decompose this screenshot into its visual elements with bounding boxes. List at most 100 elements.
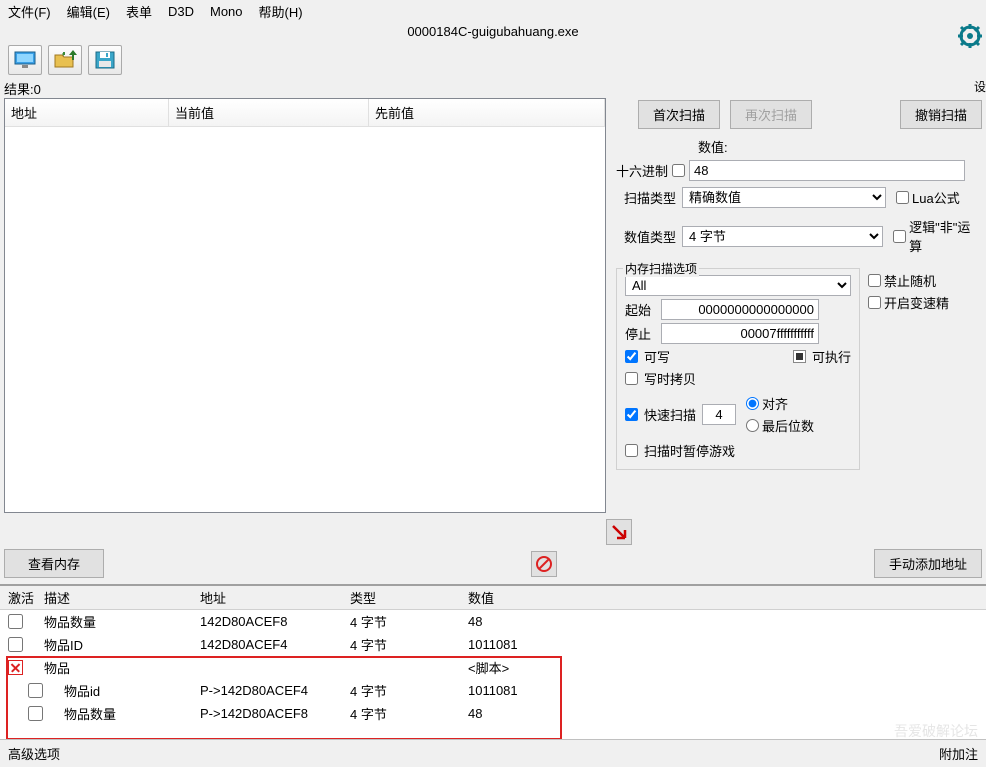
table-row[interactable]: 物品idP->142D80ACEF44 字节1011081 bbox=[0, 679, 986, 702]
cell-value: <脚本> bbox=[468, 658, 588, 677]
menu-file[interactable]: 文件(F) bbox=[8, 2, 51, 21]
last-digits-label: 最后位数 bbox=[762, 416, 814, 435]
add-to-list-button[interactable] bbox=[606, 519, 632, 545]
pause-checkbox[interactable] bbox=[625, 444, 638, 457]
mem-options-legend: 内存扫描选项 bbox=[623, 260, 699, 277]
monitor-icon bbox=[14, 51, 36, 69]
pause-label: 扫描时暂停游戏 bbox=[644, 441, 735, 460]
save-button[interactable] bbox=[88, 45, 122, 75]
memory-scan-options-group: 内存扫描选项 All 起始 停止 可写 可执行 写时拷贝 快速扫描 对齐 最后位… bbox=[616, 268, 860, 470]
menu-mono[interactable]: Mono bbox=[210, 4, 243, 19]
first-scan-button[interactable]: 首次扫描 bbox=[638, 100, 720, 129]
open-button[interactable] bbox=[48, 45, 82, 75]
no-entry-icon bbox=[535, 555, 553, 573]
scan-results-header: 地址 当前值 先前值 bbox=[5, 99, 605, 127]
scan-type-label: 扫描类型 bbox=[616, 188, 676, 207]
cell-addr: 142D80ACEF8 bbox=[200, 614, 350, 629]
col-desc[interactable]: 描述 bbox=[44, 588, 200, 607]
value-label: 数值: bbox=[698, 137, 728, 156]
writable-checkbox[interactable] bbox=[625, 350, 638, 363]
last-digits-radio[interactable] bbox=[746, 419, 759, 432]
cell-addr: 142D80ACEF4 bbox=[200, 637, 350, 652]
value-type-label: 数值类型 bbox=[616, 227, 676, 246]
process-title-text: 0000184C-guigubahuang.exe bbox=[407, 24, 578, 39]
cell-desc: 物品ID bbox=[44, 635, 200, 654]
col-current-value[interactable]: 当前值 bbox=[169, 99, 369, 126]
fast-scan-checkbox[interactable] bbox=[625, 408, 638, 421]
cell-desc: 物品 bbox=[44, 658, 200, 677]
settings-label: 设 bbox=[974, 78, 986, 95]
active-checkbox[interactable] bbox=[8, 614, 23, 629]
active-checkbox[interactable] bbox=[28, 706, 43, 721]
cell-type: 4 字节 bbox=[350, 704, 468, 723]
fast-scan-label: 快速扫描 bbox=[644, 405, 696, 424]
col-value[interactable]: 数值 bbox=[468, 588, 588, 607]
active-checkbox[interactable] bbox=[8, 637, 23, 652]
stop-label: 停止 bbox=[625, 324, 655, 343]
value-input[interactable] bbox=[689, 160, 965, 181]
undo-scan-button[interactable]: 撤销扫描 bbox=[900, 100, 982, 129]
arrow-up-icon bbox=[69, 50, 77, 60]
advanced-options-link[interactable]: 高级选项 bbox=[8, 744, 60, 763]
logic-not-checkbox[interactable] bbox=[893, 230, 906, 243]
process-title: 0000184C-guigubahuang.exe bbox=[0, 22, 986, 41]
cow-label: 写时拷贝 bbox=[644, 369, 696, 388]
attach-comment-link[interactable]: 附加注 bbox=[939, 744, 978, 763]
col-active[interactable]: 激活 bbox=[8, 588, 44, 607]
floppy-icon bbox=[95, 51, 115, 69]
menu-d3d[interactable]: D3D bbox=[168, 4, 194, 19]
aligned-radio[interactable] bbox=[746, 397, 759, 410]
mem-region-select[interactable]: All bbox=[625, 275, 851, 296]
active-checkbox[interactable] bbox=[28, 683, 43, 698]
menu-table[interactable]: 表单 bbox=[126, 2, 152, 21]
cell-addr: P->142D80ACEF8 bbox=[200, 706, 350, 721]
next-scan-button[interactable]: 再次扫描 bbox=[730, 100, 812, 129]
cell-type: 4 字节 bbox=[350, 635, 468, 654]
settings-gear-icon[interactable] bbox=[958, 24, 982, 48]
hex-checkbox[interactable] bbox=[672, 164, 685, 177]
fast-scan-align-input[interactable] bbox=[702, 404, 736, 425]
cell-desc: 物品id bbox=[44, 681, 200, 700]
toolbar bbox=[0, 41, 986, 79]
no-random-label: 禁止随机 bbox=[884, 271, 936, 290]
table-row[interactable]: 物品数量142D80ACEF84 字节48 bbox=[0, 610, 986, 633]
logic-not-label: 逻辑"非"运算 bbox=[909, 217, 982, 255]
active-x-icon[interactable] bbox=[8, 660, 23, 675]
lua-label: Lua公式 bbox=[912, 188, 960, 207]
cell-value: 48 bbox=[468, 614, 588, 629]
table-row[interactable]: 物品ID142D80ACEF44 字节1011081 bbox=[0, 633, 986, 656]
writable-label: 可写 bbox=[644, 347, 670, 366]
start-addr-input[interactable] bbox=[661, 299, 819, 320]
select-process-button[interactable] bbox=[8, 45, 42, 75]
address-list-header: 激活 描述 地址 类型 数值 bbox=[0, 586, 986, 610]
col-address[interactable]: 地址 bbox=[5, 99, 169, 126]
menu-edit[interactable]: 编辑(E) bbox=[67, 2, 110, 21]
col-previous-value[interactable]: 先前值 bbox=[369, 99, 605, 126]
col-addr2[interactable]: 地址 bbox=[200, 588, 350, 607]
table-row[interactable]: 物品 <脚本> bbox=[0, 656, 986, 679]
cell-value: 48 bbox=[468, 706, 588, 721]
cell-value: 1011081 bbox=[468, 683, 588, 698]
cell-desc: 物品数量 bbox=[44, 704, 200, 723]
aligned-label: 对齐 bbox=[762, 394, 788, 413]
value-type-select[interactable]: 4 字节 bbox=[682, 226, 883, 247]
results-count-label: 结果:0 bbox=[0, 79, 986, 98]
cow-checkbox[interactable] bbox=[625, 372, 638, 385]
col-type[interactable]: 类型 bbox=[350, 588, 468, 607]
hex-label: 十六进制 bbox=[616, 161, 668, 180]
cell-addr: P->142D80ACEF4 bbox=[200, 683, 350, 698]
manual-add-button[interactable]: 手动添加地址 bbox=[874, 549, 982, 578]
scan-results-list[interactable]: 地址 当前值 先前值 bbox=[4, 98, 606, 513]
stop-addr-input[interactable] bbox=[661, 323, 819, 344]
no-random-checkbox[interactable] bbox=[868, 274, 881, 287]
start-label: 起始 bbox=[625, 300, 655, 319]
enable-speed-checkbox[interactable] bbox=[868, 296, 881, 309]
menu-help[interactable]: 帮助(H) bbox=[259, 2, 303, 21]
table-row[interactable]: 物品数量P->142D80ACEF84 字节48 bbox=[0, 702, 986, 725]
footer: 高级选项 附加注 bbox=[0, 739, 986, 767]
lua-checkbox[interactable] bbox=[896, 191, 909, 204]
clear-list-button[interactable] bbox=[531, 551, 557, 577]
view-memory-button[interactable]: 查看内存 bbox=[4, 549, 104, 578]
executable-label: 可执行 bbox=[812, 347, 851, 366]
scan-type-select[interactable]: 精确数值 bbox=[682, 187, 886, 208]
